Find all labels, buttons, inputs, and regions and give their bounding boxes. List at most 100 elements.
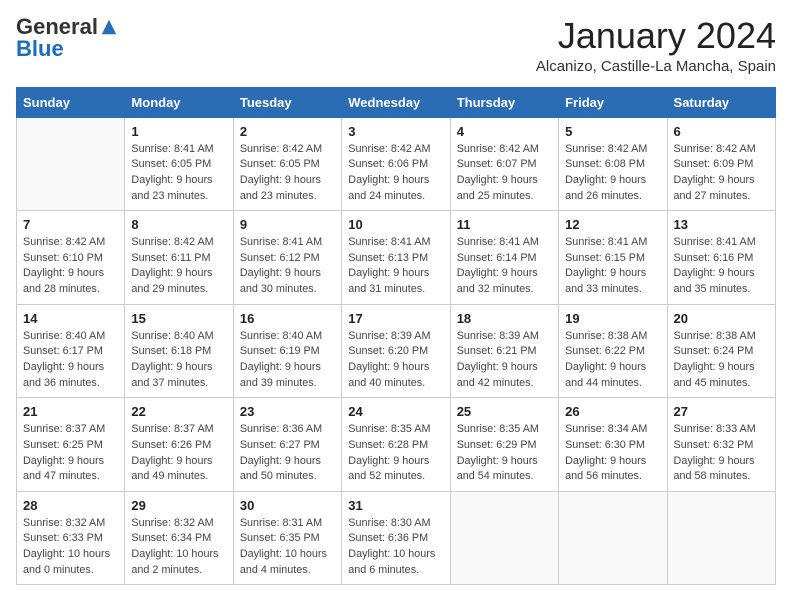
day-of-week-header: Tuesday xyxy=(233,87,341,117)
day-info: Sunrise: 8:41 AMSunset: 6:13 PMDaylight:… xyxy=(348,235,443,298)
day-info: Sunrise: 8:40 AMSunset: 6:19 PMDaylight:… xyxy=(240,329,335,392)
calendar-table: SundayMondayTuesdayWednesdayThursdayFrid… xyxy=(16,87,776,586)
calendar-cell: 19Sunrise: 8:38 AMSunset: 6:22 PMDayligh… xyxy=(559,304,667,398)
day-info: Sunrise: 8:42 AMSunset: 6:06 PMDaylight:… xyxy=(348,142,443,205)
calendar-header-row: SundayMondayTuesdayWednesdayThursdayFrid… xyxy=(17,87,776,117)
day-number: 4 xyxy=(457,124,552,139)
calendar-cell: 12Sunrise: 8:41 AMSunset: 6:15 PMDayligh… xyxy=(559,211,667,305)
day-info: Sunrise: 8:39 AMSunset: 6:20 PMDaylight:… xyxy=(348,329,443,392)
calendar-cell: 2 Sunrise: 8:42 AMSunset: 6:05 PMDaylight… xyxy=(233,117,341,211)
day-number: 30 xyxy=(240,498,335,513)
calendar-cell: 30 Sunrise: 8:31 AMSunset: 6:35 PMDayligh… xyxy=(233,491,341,585)
day-number: 14 xyxy=(23,311,118,326)
calendar-cell: 1 Sunrise: 8:41 AMSunset: 6:05 PMDaylight… xyxy=(125,117,233,211)
day-info: Sunrise: 8:33 AMSunset: 6:32 PMDaylight:… xyxy=(674,422,769,485)
day-number: 8 xyxy=(131,217,226,232)
calendar-cell xyxy=(559,491,667,585)
day-of-week-header: Monday xyxy=(125,87,233,117)
day-info: Sunrise: 8:40 AMSunset: 6:18 PMDaylight:… xyxy=(131,329,226,392)
calendar-cell xyxy=(17,117,125,211)
logo: General Blue xyxy=(16,16,118,60)
day-info: Sunrise: 8:41 AMSunset: 6:14 PMDaylight:… xyxy=(457,235,552,298)
day-number: 6 xyxy=(674,124,769,139)
day-number: 18 xyxy=(457,311,552,326)
day-number: 26 xyxy=(565,404,660,419)
calendar-cell: 21Sunrise: 8:37 AMSunset: 6:25 PMDayligh… xyxy=(17,398,125,492)
calendar-week-row: 28 Sunrise: 8:32 AMSunset: 6:33 PMDayligh… xyxy=(17,491,776,585)
location-title: Alcanizo, Castille-La Mancha, Spain xyxy=(536,58,776,75)
day-info: Sunrise: 8:42 AMSunset: 6:07 PMDaylight:… xyxy=(457,142,552,205)
calendar-cell: 23 Sunrise: 8:36 AMSunset: 6:27 PMDayligh… xyxy=(233,398,341,492)
calendar-cell: 28 Sunrise: 8:32 AMSunset: 6:33 PMDayligh… xyxy=(17,491,125,585)
day-number: 29 xyxy=(131,498,226,513)
day-number: 20 xyxy=(674,311,769,326)
calendar-cell: 27 Sunrise: 8:33 AMSunset: 6:32 PMDayligh… xyxy=(667,398,775,492)
day-number: 9 xyxy=(240,217,335,232)
day-number: 28 xyxy=(23,498,118,513)
day-number: 23 xyxy=(240,404,335,419)
calendar-cell: 15 Sunrise: 8:40 AMSunset: 6:18 PMDayligh… xyxy=(125,304,233,398)
calendar-cell: 17 Sunrise: 8:39 AMSunset: 6:20 PMDayligh… xyxy=(342,304,450,398)
day-info: Sunrise: 8:31 AMSunset: 6:35 PMDaylight:… xyxy=(240,516,335,579)
day-info: Sunrise: 8:36 AMSunset: 6:27 PMDaylight:… xyxy=(240,422,335,485)
day-number: 17 xyxy=(348,311,443,326)
day-info: Sunrise: 8:34 AMSunset: 6:30 PMDaylight:… xyxy=(565,422,660,485)
day-info: Sunrise: 8:42 AMSunset: 6:09 PMDaylight:… xyxy=(674,142,769,205)
day-number: 10 xyxy=(348,217,443,232)
day-info: Sunrise: 8:41 AMSunset: 6:16 PMDaylight:… xyxy=(674,235,769,298)
header: General Blue January 2024 Alcanizo, Cast… xyxy=(16,16,776,75)
day-number: 21 xyxy=(23,404,118,419)
day-of-week-header: Saturday xyxy=(667,87,775,117)
title-area: January 2024 Alcanizo, Castille-La Manch… xyxy=(536,16,776,75)
calendar-cell: 29 Sunrise: 8:32 AMSunset: 6:34 PMDayligh… xyxy=(125,491,233,585)
day-number: 25 xyxy=(457,404,552,419)
logo-icon xyxy=(100,18,118,36)
calendar-cell: 25Sunrise: 8:35 AMSunset: 6:29 PMDayligh… xyxy=(450,398,558,492)
day-number: 15 xyxy=(131,311,226,326)
calendar-week-row: 21Sunrise: 8:37 AMSunset: 6:25 PMDayligh… xyxy=(17,398,776,492)
day-number: 2 xyxy=(240,124,335,139)
calendar-cell xyxy=(450,491,558,585)
day-number: 16 xyxy=(240,311,335,326)
calendar-cell: 5Sunrise: 8:42 AMSunset: 6:08 PMDaylight… xyxy=(559,117,667,211)
calendar-week-row: 7 Sunrise: 8:42 AMSunset: 6:10 PMDaylight… xyxy=(17,211,776,305)
logo-blue: Blue xyxy=(16,38,64,60)
day-info: Sunrise: 8:42 AMSunset: 6:05 PMDaylight:… xyxy=(240,142,335,205)
calendar-cell: 11Sunrise: 8:41 AMSunset: 6:14 PMDayligh… xyxy=(450,211,558,305)
month-title: January 2024 xyxy=(536,16,776,56)
day-info: Sunrise: 8:42 AMSunset: 6:11 PMDaylight:… xyxy=(131,235,226,298)
calendar-cell: 22 Sunrise: 8:37 AMSunset: 6:26 PMDayligh… xyxy=(125,398,233,492)
calendar-cell: 10 Sunrise: 8:41 AMSunset: 6:13 PMDayligh… xyxy=(342,211,450,305)
calendar-cell: 18 Sunrise: 8:39 AMSunset: 6:21 PMDayligh… xyxy=(450,304,558,398)
calendar-cell: 13Sunrise: 8:41 AMSunset: 6:16 PMDayligh… xyxy=(667,211,775,305)
day-number: 1 xyxy=(131,124,226,139)
calendar-cell: 9Sunrise: 8:41 AMSunset: 6:12 PMDaylight… xyxy=(233,211,341,305)
day-number: 24 xyxy=(348,404,443,419)
day-info: Sunrise: 8:32 AMSunset: 6:34 PMDaylight:… xyxy=(131,516,226,579)
calendar-cell: 24Sunrise: 8:35 AMSunset: 6:28 PMDayligh… xyxy=(342,398,450,492)
day-number: 31 xyxy=(348,498,443,513)
day-number: 12 xyxy=(565,217,660,232)
day-info: Sunrise: 8:38 AMSunset: 6:24 PMDaylight:… xyxy=(674,329,769,392)
day-info: Sunrise: 8:41 AMSunset: 6:05 PMDaylight:… xyxy=(131,142,226,205)
day-info: Sunrise: 8:42 AMSunset: 6:08 PMDaylight:… xyxy=(565,142,660,205)
day-info: Sunrise: 8:39 AMSunset: 6:21 PMDaylight:… xyxy=(457,329,552,392)
day-of-week-header: Friday xyxy=(559,87,667,117)
day-number: 19 xyxy=(565,311,660,326)
calendar-cell: 3Sunrise: 8:42 AMSunset: 6:06 PMDaylight… xyxy=(342,117,450,211)
day-number: 7 xyxy=(23,217,118,232)
day-number: 22 xyxy=(131,404,226,419)
day-number: 27 xyxy=(674,404,769,419)
calendar-week-row: 14 Sunrise: 8:40 AMSunset: 6:17 PMDayligh… xyxy=(17,304,776,398)
day-info: Sunrise: 8:42 AMSunset: 6:10 PMDaylight:… xyxy=(23,235,118,298)
day-info: Sunrise: 8:40 AMSunset: 6:17 PMDaylight:… xyxy=(23,329,118,392)
day-info: Sunrise: 8:37 AMSunset: 6:26 PMDaylight:… xyxy=(131,422,226,485)
calendar-cell: 4 Sunrise: 8:42 AMSunset: 6:07 PMDaylight… xyxy=(450,117,558,211)
calendar-cell xyxy=(667,491,775,585)
calendar-cell: 26 Sunrise: 8:34 AMSunset: 6:30 PMDayligh… xyxy=(559,398,667,492)
calendar-week-row: 1 Sunrise: 8:41 AMSunset: 6:05 PMDaylight… xyxy=(17,117,776,211)
calendar-cell: 31Sunrise: 8:30 AMSunset: 6:36 PMDayligh… xyxy=(342,491,450,585)
calendar-cell: 16 Sunrise: 8:40 AMSunset: 6:19 PMDayligh… xyxy=(233,304,341,398)
logo-general: General xyxy=(16,16,98,38)
day-info: Sunrise: 8:32 AMSunset: 6:33 PMDaylight:… xyxy=(23,516,118,579)
